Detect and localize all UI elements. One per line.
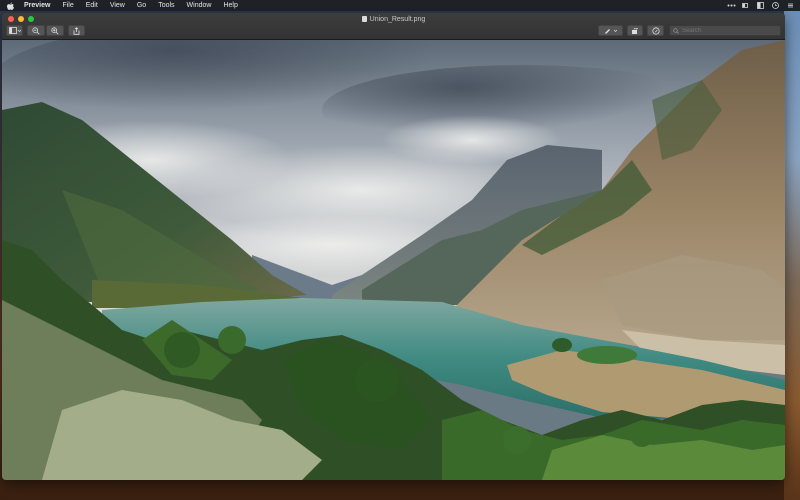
pen-icon — [604, 29, 617, 34]
menu-go[interactable]: Go — [137, 0, 146, 11]
image-canvas[interactable] — [2, 40, 785, 480]
battery-icon[interactable] — [742, 2, 749, 9]
desktop-background — [784, 11, 800, 500]
rotate-button[interactable] — [627, 25, 643, 36]
zoom-in-button[interactable] — [46, 25, 64, 36]
search-field[interactable] — [669, 25, 781, 36]
sidebar-toggle-button[interactable] — [6, 25, 23, 36]
window-title: Union_Result.png — [2, 15, 785, 24]
markup-toolbar-button[interactable] — [647, 25, 664, 36]
zoom-in-icon — [51, 26, 59, 34]
document-icon — [361, 16, 367, 22]
search-input[interactable] — [682, 27, 777, 34]
search-icon — [673, 27, 679, 34]
menu-edit[interactable]: Edit — [86, 0, 98, 11]
share-button[interactable] — [68, 25, 85, 36]
sidebar-icon — [8, 27, 21, 34]
apple-menu-icon[interactable] — [6, 2, 14, 10]
menu-list-icon[interactable] — [787, 2, 794, 9]
preview-window: Union_Result.png — [2, 13, 785, 480]
control-dots-icon[interactable] — [727, 2, 736, 9]
menu-window[interactable]: Window — [187, 0, 212, 11]
menu-tools[interactable]: Tools — [158, 0, 174, 11]
share-icon — [73, 26, 80, 35]
menu-view[interactable]: View — [110, 0, 125, 11]
split-view-icon[interactable] — [757, 2, 764, 9]
zoom-out-icon — [32, 26, 40, 34]
rotate-icon — [632, 27, 638, 34]
window-title-text: Union_Result.png — [369, 16, 426, 23]
menu-help[interactable]: Help — [223, 0, 237, 11]
menu-file[interactable]: File — [62, 0, 73, 11]
clock-icon[interactable] — [772, 2, 779, 9]
landscape-photo — [2, 40, 785, 480]
markup-button[interactable] — [598, 25, 623, 36]
menu-app-name[interactable]: Preview — [24, 0, 50, 11]
window-toolbar: Union_Result.png — [2, 13, 785, 40]
markup-icon — [651, 26, 660, 35]
zoom-out-button[interactable] — [27, 25, 45, 36]
menu-bar: Preview File Edit View Go Tools Window H… — [0, 0, 800, 11]
